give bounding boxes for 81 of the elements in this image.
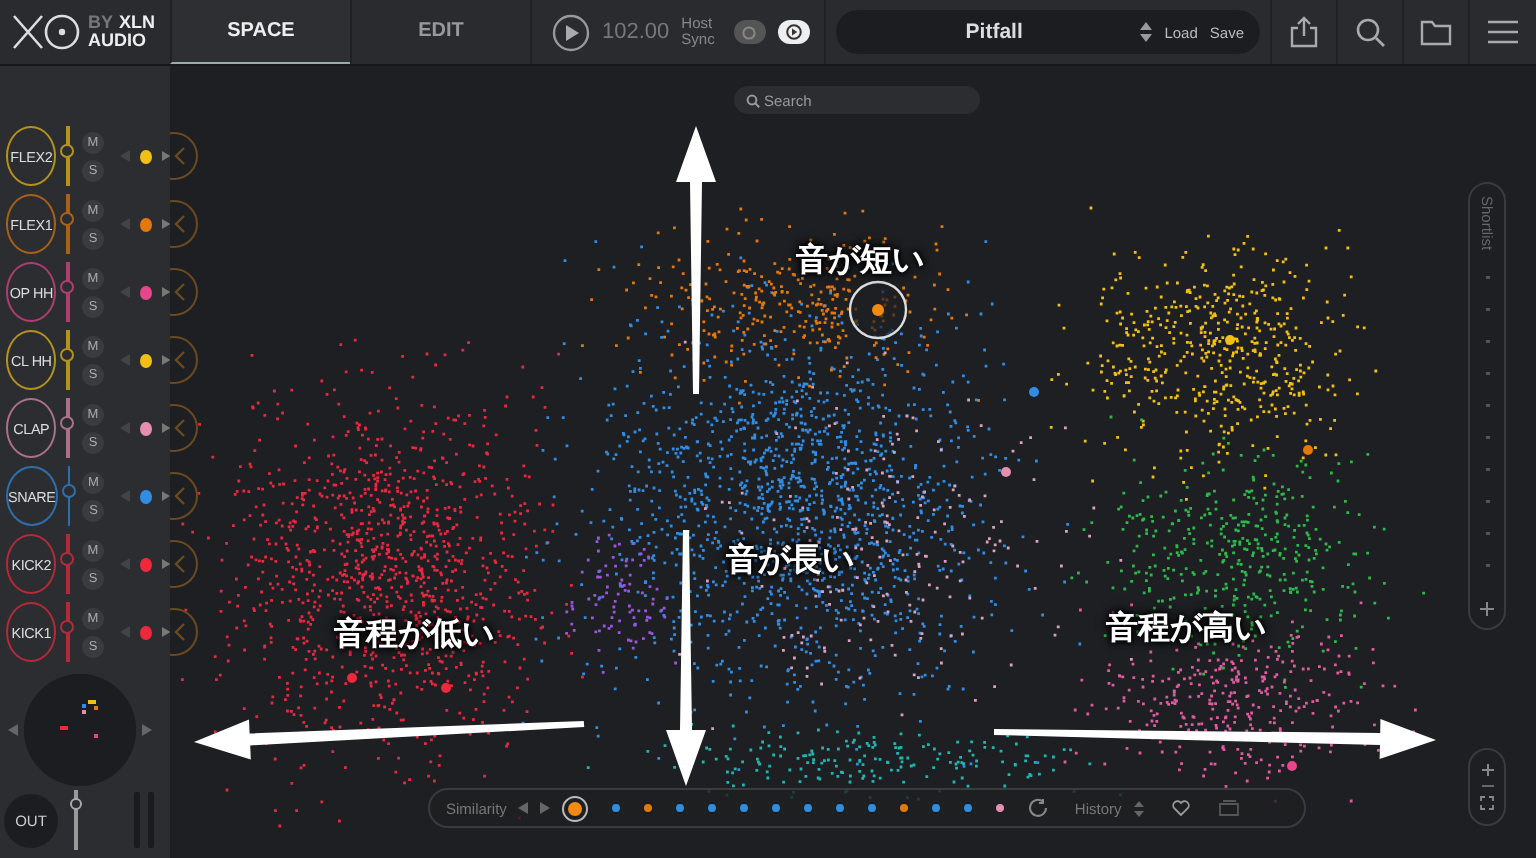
similar-sample[interactable] bbox=[740, 804, 749, 812]
similar-sample[interactable] bbox=[612, 804, 621, 812]
heart-icon[interactable] bbox=[1171, 800, 1190, 816]
add-icon[interactable] bbox=[1480, 602, 1494, 617]
fader-knob[interactable] bbox=[60, 280, 75, 295]
sample-point[interactable] bbox=[1287, 761, 1297, 771]
annotation-label: 音程が高い bbox=[1106, 608, 1266, 650]
sample-point[interactable] bbox=[441, 683, 451, 693]
logo-text: AUDIO bbox=[88, 32, 148, 50]
fader-knob[interactable] bbox=[60, 416, 75, 431]
tempo-display[interactable]: 102.00 bbox=[602, 20, 670, 44]
channel-fader[interactable] bbox=[61, 466, 75, 526]
play-button[interactable] bbox=[552, 13, 590, 51]
play-icon bbox=[785, 24, 802, 40]
left-arrow-icon[interactable] bbox=[518, 802, 529, 814]
right-arrow-icon[interactable] bbox=[161, 150, 170, 162]
preset-name[interactable]: Pitfall bbox=[860, 20, 1129, 44]
host-sync-toggle[interactable] bbox=[733, 20, 766, 44]
collapse-handle[interactable] bbox=[170, 606, 198, 658]
right-arrow-icon[interactable] bbox=[142, 724, 152, 736]
channel-fader[interactable] bbox=[60, 194, 74, 254]
channel-fader[interactable] bbox=[60, 262, 74, 322]
tab[interactable]: EDIT bbox=[350, 0, 530, 64]
right-arrow-icon[interactable] bbox=[161, 422, 170, 434]
similar-sample[interactable] bbox=[868, 804, 877, 812]
right-arrow-icon[interactable] bbox=[161, 490, 171, 502]
refresh-icon[interactable] bbox=[1028, 798, 1051, 818]
sample-point[interactable] bbox=[1029, 387, 1039, 397]
collapse-handle[interactable] bbox=[170, 402, 198, 454]
stack-icon[interactable] bbox=[1217, 800, 1240, 816]
collapse-handle[interactable] bbox=[170, 334, 198, 386]
collapse-handle[interactable] bbox=[170, 538, 198, 590]
fader-knob[interactable] bbox=[70, 797, 82, 810]
sample-point[interactable] bbox=[1225, 335, 1235, 345]
similar-sample[interactable] bbox=[836, 804, 845, 812]
tab[interactable]: SPACE bbox=[170, 0, 350, 64]
similar-sample[interactable] bbox=[772, 804, 781, 812]
zoom-in-icon[interactable] bbox=[1481, 764, 1493, 776]
sample-point[interactable] bbox=[1001, 467, 1011, 477]
similar-sample[interactable] bbox=[676, 804, 685, 812]
fit-view-icon[interactable] bbox=[1480, 796, 1494, 810]
channel-fader[interactable] bbox=[60, 330, 74, 390]
logo-text: XLN bbox=[119, 14, 156, 32]
similar-sample[interactable] bbox=[900, 804, 909, 812]
up-down-arrows-icon[interactable] bbox=[1133, 799, 1144, 817]
right-arrow-icon[interactable] bbox=[161, 218, 170, 230]
collapse-handle[interactable] bbox=[170, 470, 198, 522]
fader-knob[interactable] bbox=[60, 348, 75, 363]
collapse-handle[interactable] bbox=[170, 130, 198, 182]
channel-fader[interactable] bbox=[60, 126, 74, 186]
collapse-handle[interactable] bbox=[170, 266, 198, 318]
fader-knob[interactable] bbox=[60, 144, 75, 159]
similar-sample[interactable] bbox=[932, 804, 941, 812]
up-down-arrows-icon[interactable] bbox=[1140, 20, 1153, 44]
similar-sample[interactable] bbox=[804, 804, 813, 812]
right-arrow-icon[interactable] bbox=[161, 626, 170, 638]
output-fader[interactable] bbox=[70, 790, 82, 850]
logo-icon bbox=[12, 14, 80, 50]
similar-sample[interactable] bbox=[964, 804, 973, 812]
collapse-handle[interactable] bbox=[170, 198, 198, 250]
right-arrow-icon[interactable] bbox=[161, 558, 170, 570]
right-arrow-icon[interactable] bbox=[540, 802, 551, 814]
right-arrow-icon[interactable] bbox=[161, 286, 170, 298]
similar-sample[interactable] bbox=[644, 804, 653, 812]
left-arrow-icon[interactable] bbox=[8, 724, 18, 736]
channel-fader[interactable] bbox=[60, 398, 74, 458]
similar-sample[interactable] bbox=[708, 804, 717, 812]
annotation-label: 音が短い bbox=[796, 240, 924, 282]
channel-fader[interactable] bbox=[60, 602, 74, 662]
similar-sample[interactable] bbox=[996, 804, 1005, 812]
fader-knob[interactable] bbox=[61, 484, 76, 499]
right-arrow-icon[interactable] bbox=[161, 354, 170, 366]
fader-knob[interactable] bbox=[60, 212, 75, 227]
preview-button[interactable] bbox=[777, 20, 810, 44]
logo-text: BY bbox=[88, 14, 114, 32]
sample-point[interactable] bbox=[347, 673, 357, 683]
similar-sample[interactable] bbox=[562, 795, 589, 821]
channel-fader[interactable] bbox=[60, 534, 74, 594]
selected-sample-marker[interactable] bbox=[848, 280, 908, 340]
search-icon bbox=[746, 93, 760, 107]
sample-point[interactable] bbox=[1303, 445, 1313, 455]
